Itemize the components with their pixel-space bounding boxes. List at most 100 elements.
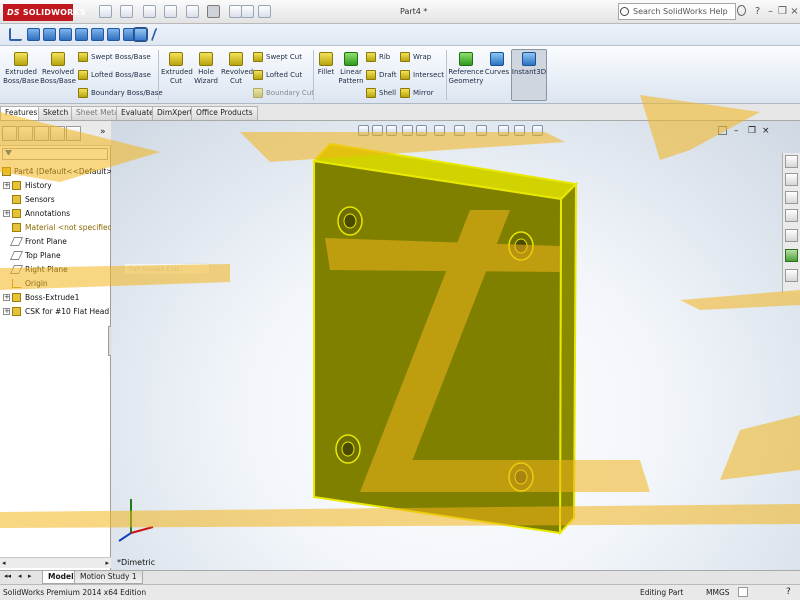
select-cursor-icon[interactable] (207, 5, 220, 18)
panel-expand-icon[interactable]: » (100, 127, 106, 137)
scroll-left-icon[interactable]: ◂ (2, 559, 6, 567)
reference-geometry-button[interactable]: Reference Geometry (448, 52, 484, 86)
rib-button[interactable]: Rib (366, 52, 390, 62)
view-bottom-icon[interactable] (107, 28, 120, 41)
appearances-icon[interactable] (785, 249, 798, 262)
graphics-area[interactable]: – ❐ × Full Screen Exit *Dimetric (111, 121, 800, 570)
undo-icon[interactable] (186, 5, 199, 18)
revolved-cut-button[interactable]: Revolved Cut (221, 52, 253, 86)
countersink-hole[interactable] (337, 206, 363, 236)
tree-item-right-plane[interactable]: Right Plane (0, 263, 111, 276)
first-tab-arrow-icon[interactable]: ◂◂ (4, 572, 11, 580)
tab-office-products[interactable]: Office Products (191, 106, 258, 120)
draft-button[interactable]: Draft (366, 70, 397, 80)
feature-tree-icon[interactable] (2, 126, 17, 141)
part-icon (2, 167, 11, 176)
units-selector[interactable]: MMGS (706, 585, 730, 600)
search-help-input[interactable]: Search SolidWorks Help (618, 3, 736, 20)
hole-icon (12, 307, 21, 316)
units-dropdown-icon[interactable] (738, 587, 748, 597)
tree-item-history[interactable]: + History (0, 179, 111, 192)
search-results-icon[interactable] (785, 209, 798, 222)
tab-motion-study[interactable]: Motion Study 1 (74, 571, 143, 584)
tree-item-annotations[interactable]: + Annotations (0, 207, 111, 220)
expand-icon[interactable]: + (3, 210, 10, 217)
countersink-hole[interactable] (508, 462, 534, 492)
linear-pattern-button[interactable]: Linear Pattern (338, 52, 364, 86)
reference-geometry-icon (459, 52, 473, 66)
wrap-button[interactable]: Wrap (400, 52, 431, 62)
mirror-button[interactable]: Mirror (400, 88, 434, 98)
solidworks-resources-icon[interactable] (785, 155, 798, 168)
configuration-manager-icon[interactable] (34, 126, 49, 141)
close-icon[interactable]: × (789, 6, 800, 17)
lofted-boss-button[interactable]: Lofted Boss/Base (78, 70, 151, 80)
file-explorer-icon[interactable] (785, 191, 798, 204)
revolved-boss-button[interactable]: Revolved Boss/Base (40, 52, 76, 86)
normal-to-icon[interactable] (150, 28, 169, 41)
solidworks-logo[interactable]: DS SOLIDWORKS (3, 4, 86, 21)
options-icon[interactable] (258, 5, 271, 18)
property-manager-icon[interactable] (18, 126, 33, 141)
hole-wizard-button[interactable]: Hole Wizard (192, 52, 220, 86)
minimize-icon[interactable]: – (765, 6, 776, 17)
view-dimetric-icon[interactable] (133, 27, 148, 42)
horizontal-scrollbar[interactable]: ◂ ▸ (0, 557, 111, 568)
extruded-cut-button[interactable]: Extruded Cut (161, 52, 193, 86)
pin-icon[interactable] (9, 28, 22, 41)
help-icon[interactable]: ? (752, 6, 763, 17)
view-left-icon[interactable] (59, 28, 72, 41)
view-back-icon[interactable] (43, 28, 56, 41)
tab-sketch[interactable]: Sketch (38, 106, 74, 120)
tree-item-sensors[interactable]: Sensors (0, 193, 111, 206)
swept-cut-button[interactable]: Swept Cut (253, 52, 302, 62)
view-palette-icon[interactable] (785, 229, 798, 242)
view-right-icon[interactable] (75, 28, 88, 41)
part-side-face[interactable] (558, 181, 578, 536)
expand-icon[interactable]: + (3, 182, 10, 189)
help-icon[interactable]: ? (786, 585, 791, 600)
view-front-icon[interactable] (27, 28, 40, 41)
prev-tab-arrow-icon[interactable]: ◂ (18, 572, 22, 580)
display-manager-icon[interactable] (66, 126, 81, 141)
file-properties-icon[interactable] (241, 5, 254, 18)
tree-item-part[interactable]: Part4 (Default<<Default>_Disp (0, 165, 133, 178)
new-document-icon[interactable] (99, 5, 112, 18)
search-go-icon[interactable] (737, 5, 746, 16)
tree-item-top-plane[interactable]: Top Plane (0, 249, 111, 262)
tree-item-origin[interactable]: Origin (0, 277, 111, 290)
next-tab-arrow-icon[interactable]: ▸ (28, 572, 32, 580)
tree-item-boss-extrude[interactable]: + Boss-Extrude1 (0, 291, 111, 304)
tree-item-material[interactable]: Material <not specified> (0, 221, 119, 234)
custom-properties-icon[interactable] (785, 269, 798, 282)
dimxpert-manager-icon[interactable] (50, 126, 65, 141)
instant3d-button[interactable]: Instant3D (511, 52, 547, 77)
intersect-button[interactable]: Intersect (400, 70, 444, 80)
swept-boss-button[interactable]: Swept Boss/Base (78, 52, 151, 62)
tree-item-csk-hole[interactable]: + CSK for #10 Flat Head Mach (0, 305, 131, 318)
restore-icon[interactable]: ❐ (777, 6, 788, 17)
lofted-cut-button[interactable]: Lofted Cut (253, 70, 302, 80)
bottom-tab-bar: ◂◂ ◂ ▸ Model Motion Study 1 (0, 570, 800, 584)
print-icon[interactable] (164, 5, 177, 18)
countersink-hole[interactable] (335, 434, 361, 464)
part-model[interactable] (111, 121, 800, 570)
open-folder-icon[interactable] (120, 5, 133, 18)
expand-icon[interactable]: + (3, 308, 10, 315)
design-library-icon[interactable] (785, 173, 798, 186)
edition-label: SolidWorks Premium 2014 x64 Edition (3, 588, 147, 597)
save-icon[interactable] (143, 5, 156, 18)
shell-button[interactable]: Shell (366, 88, 396, 98)
boundary-cut-button[interactable]: Boundary Cut (253, 88, 314, 98)
scroll-right-icon[interactable]: ▸ (105, 559, 109, 567)
fillet-button[interactable]: Fillet (315, 52, 337, 77)
tab-features[interactable]: Features (0, 106, 43, 120)
tree-item-front-plane[interactable]: Front Plane (0, 235, 111, 248)
expand-icon[interactable]: + (3, 294, 10, 301)
curves-button[interactable]: Curves (484, 52, 510, 77)
view-top-icon[interactable] (91, 28, 104, 41)
boundary-boss-button[interactable]: Boundary Boss/Base (78, 88, 163, 98)
feature-filter-input[interactable] (2, 148, 108, 160)
countersink-hole[interactable] (508, 231, 534, 261)
extruded-boss-button[interactable]: Extruded Boss/Base (3, 52, 39, 86)
